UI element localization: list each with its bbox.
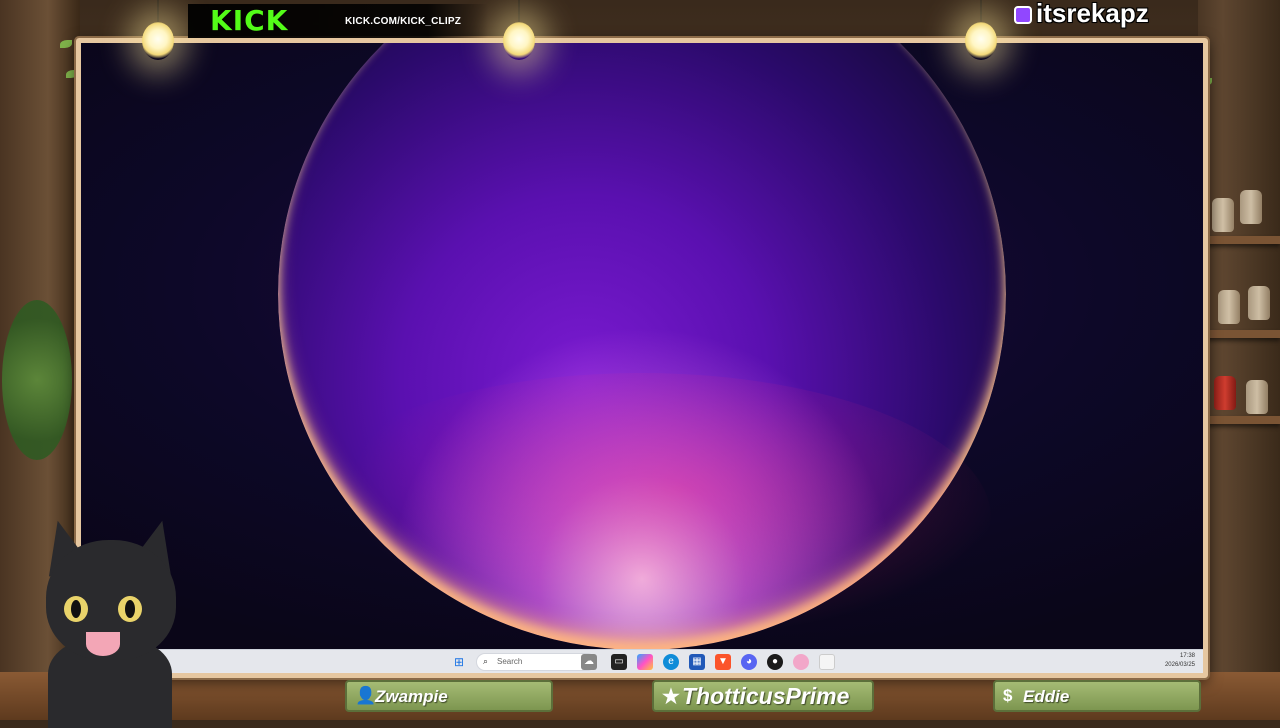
cat-eye (118, 596, 142, 622)
namebar-label: Zwampie (375, 687, 448, 706)
taskbar-search[interactable]: ⌕ Search (476, 653, 596, 671)
cafe-wall-right (1198, 0, 1280, 720)
light-bulb (142, 22, 174, 60)
star-icon: ★ (662, 686, 680, 708)
jar (1218, 290, 1240, 324)
cat-eye (64, 596, 88, 622)
cat-mouth (86, 632, 120, 656)
kick-banner: KICK KICK.COM/KICK_CLIPZ (188, 4, 488, 38)
namebar-eddie: $ Eddie (993, 680, 1201, 712)
clock-date: 2026/03/25 (1164, 662, 1195, 668)
app-icon[interactable] (793, 654, 809, 670)
twitch-username: itsrekapz (1036, 0, 1149, 28)
light-bulb (503, 22, 535, 60)
search-icon: ⌕ (483, 656, 489, 666)
discord-icon[interactable]: ◕ (741, 654, 757, 670)
dollar-icon: $ (1003, 686, 1013, 705)
copilot-icon[interactable] (637, 654, 653, 670)
kick-logo: KICK (210, 4, 289, 37)
jar (1240, 190, 1262, 224)
windows-start-icon[interactable]: ⊞ (454, 655, 468, 669)
kick-url: KICK.COM/KICK_CLIPZ (345, 16, 462, 27)
desktop-wallpaper (81, 43, 1203, 649)
namebar-label: ThotticusPrime (682, 683, 850, 709)
wallpaper-glow (291, 373, 991, 649)
shelf (1200, 416, 1280, 424)
light-bulb (965, 22, 997, 60)
cat-avatar (28, 515, 208, 728)
namebar-label: Eddie (1023, 687, 1070, 706)
jar (1214, 376, 1236, 410)
taskbar-clock[interactable]: 17:38 2026/03/25 (1165, 652, 1195, 670)
task-view-icon[interactable]: ▭ (611, 654, 627, 670)
twitch-icon (1014, 6, 1032, 24)
brave-icon[interactable]: ▼ (715, 654, 731, 670)
widgets-icon[interactable]: ☁ (581, 654, 597, 670)
screen-frame: ⊞ ⌕ Search ☁ ▭ e ▦ ▼ ◕ ● 17:38 2026/03/2… (76, 38, 1208, 678)
jar (1212, 198, 1234, 232)
obs-icon[interactable]: ● (767, 654, 783, 670)
namebar-thotticusprime: ★ ThotticusPrime (652, 680, 874, 712)
store-icon[interactable]: ▦ (689, 654, 705, 670)
namebar-zwampie: 👤 Zwampie (345, 680, 553, 712)
plant (2, 300, 72, 460)
edge-icon[interactable]: e (663, 654, 679, 670)
shelf (1200, 330, 1280, 338)
clock-time: 17:38 (1179, 653, 1195, 659)
jar (1248, 286, 1270, 320)
jar (1246, 380, 1268, 414)
search-placeholder: Search (497, 657, 523, 666)
shelf (1200, 236, 1280, 244)
user-icon: 👤 (355, 686, 377, 705)
taskbar: ⊞ ⌕ Search ☁ ▭ e ▦ ▼ ◕ ● 17:38 2026/03/2… (81, 649, 1203, 673)
file-icon[interactable] (819, 654, 835, 670)
